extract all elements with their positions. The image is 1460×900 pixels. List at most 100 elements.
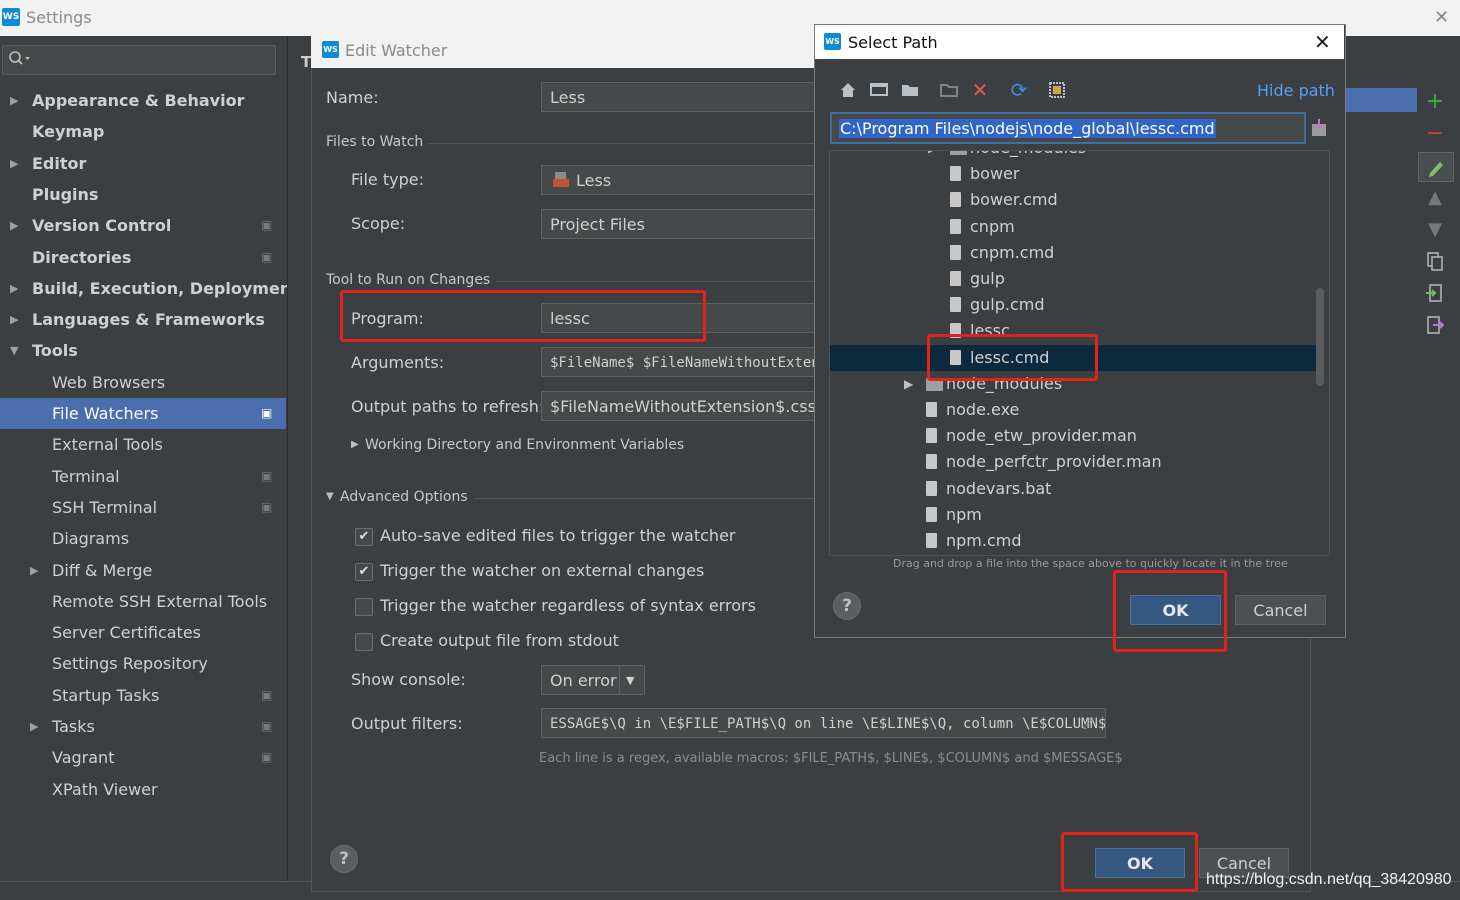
sidebar-item-vagrant[interactable]: Vagrant ▣ [0,742,286,773]
tree-file[interactable]: lessc [830,318,1316,344]
watcher-list-selected-row[interactable] [1345,88,1417,112]
sidebar-item-remote-ssh-external-tools[interactable]: Remote SSH External Tools [0,586,286,617]
advanced-option-label[interactable]: Auto-save edited files to trigger the wa… [380,526,735,545]
select-path-help-button[interactable]: ? [833,592,861,620]
export-watcher-icon[interactable] [1418,312,1452,340]
tree-folder[interactable]: ▶ node_modules [830,371,1316,397]
desktop-icon[interactable] [868,80,890,100]
advanced-option-label[interactable]: Trigger the watcher regardless of syntax… [380,596,756,615]
tree-file[interactable]: gulp.cmd [830,292,1316,318]
remove-watcher-icon[interactable]: − [1418,120,1452,148]
advanced-option-label[interactable]: Trigger the watcher on external changes [380,561,704,580]
settings-search-input[interactable] [2,45,276,75]
select-path-ok-button[interactable]: OK [1130,595,1221,625]
expand-arrow-icon[interactable]: ▶ [928,151,937,161]
import-watcher-icon[interactable] [1418,280,1452,308]
sidebar-item-external-tools[interactable]: External Tools [0,429,286,460]
tree-file[interactable]: cnpm [830,214,1316,240]
tree-file[interactable]: lessc.cmd [830,344,1316,371]
tree-item-label: nodevars.bat [946,478,1052,498]
program-input[interactable]: lessc [541,303,816,333]
name-input[interactable]: Less [541,82,816,112]
arguments-input[interactable]: $FileName$ $FileNameWithoutExtens [541,347,816,377]
sidebar-item-version-control[interactable]: ▶ Version Control ▣ [0,210,286,241]
edit-watcher-help-button[interactable]: ? [330,845,358,873]
advanced-option-checkbox[interactable]: ✔ [355,528,373,546]
add-watcher-icon[interactable]: + [1418,88,1452,116]
advanced-option-checkbox[interactable] [355,598,373,616]
copy-watcher-icon[interactable] [1418,248,1452,276]
settings-close-icon[interactable]: ✕ [1434,7,1449,28]
advanced-option-checkbox[interactable] [355,633,373,651]
project-folder-icon[interactable] [899,80,921,100]
file-tree-scrollbar[interactable] [1316,288,1324,386]
new-folder-icon[interactable] [938,80,960,100]
expand-arrow-icon[interactable]: ▶ [30,555,38,586]
tree-file[interactable]: node.exe [830,397,1316,423]
tree-file[interactable]: cnpm.cmd [830,240,1316,266]
tree-file[interactable]: node_etw_provider.man [830,423,1316,449]
sidebar-item-directories[interactable]: Directories ▣ [0,242,286,273]
expand-arrow-icon[interactable]: ▶ [10,273,18,304]
expand-field-icon[interactable]: ⤢ [1082,709,1093,737]
sidebar-item-keymap[interactable]: Keymap [0,116,286,147]
expand-arrow-icon[interactable]: ▶ [30,711,38,742]
sidebar-item-diagrams[interactable]: Diagrams [0,523,286,554]
sidebar-item-plugins[interactable]: Plugins [0,179,286,210]
sidebar-item-terminal[interactable]: Terminal ▣ [0,461,286,492]
sidebar-item-diff-merge[interactable]: ▶ Diff & Merge [0,555,286,586]
home-icon[interactable] [837,80,859,100]
tree-file[interactable]: gulp [830,266,1316,292]
collapse-arrow-icon[interactable]: ▼ [10,335,18,366]
advanced-option-checkbox[interactable]: ✔ [355,563,373,581]
delete-icon[interactable]: ✕ [969,80,991,100]
file-type-select[interactable]: Less [541,165,816,195]
sidebar-item-tasks[interactable]: ▶ Tasks ▣ [0,711,286,742]
tree-file[interactable]: npm.cmd [830,528,1316,554]
tree-file[interactable]: node_perfctr_provider.man [830,449,1316,475]
collapse-arrow-icon[interactable]: ▼ [326,491,334,502]
tree-file[interactable]: nodevars.bat [830,476,1316,502]
sidebar-item-appearance-behavior[interactable]: ▶ Appearance & Behavior [0,85,286,116]
move-up-icon[interactable]: ▲ [1418,184,1452,212]
expand-arrow-icon[interactable]: ▶ [351,439,359,450]
sidebar-item-editor[interactable]: ▶ Editor [0,148,286,179]
show-hidden-icon[interactable] [1046,80,1068,100]
tree-file[interactable]: bower.cmd [830,187,1316,213]
expand-arrow-icon[interactable]: ▶ [904,371,913,397]
expand-arrow-icon[interactable]: ▶ [10,148,18,179]
hide-path-link[interactable]: Hide path [1257,81,1335,100]
sidebar-item-file-watchers[interactable]: File Watchers ▣ [0,398,286,429]
sidebar-item-settings-repository[interactable]: Settings Repository [0,648,286,679]
scope-label: Scope: [351,214,406,233]
output-filters-input[interactable]: ESSAGE$\Q in \E$FILE_PATH$\Q on line \E$… [541,708,1106,738]
sidebar-item-languages-frameworks[interactable]: ▶ Languages & Frameworks [0,304,286,335]
select-path-close-icon[interactable]: ✕ [1314,30,1331,54]
expand-arrow-icon[interactable]: ▶ [10,210,18,241]
tree-file[interactable]: bower [830,161,1316,187]
path-history-icon[interactable] [1310,118,1328,138]
select-path-cancel-button[interactable]: Cancel [1235,595,1326,625]
sidebar-item-xpath-viewer[interactable]: XPath Viewer [0,774,286,805]
sidebar-item-tools[interactable]: ▼ Tools [0,335,286,366]
advanced-option-label[interactable]: Create output file from stdout [380,631,619,650]
sidebar-item-startup-tasks[interactable]: Startup Tasks ▣ [0,680,286,711]
working-directory-toggle[interactable]: Working Directory and Environment Variab… [365,437,684,453]
sidebar-item-server-certificates[interactable]: Server Certificates [0,617,286,648]
expand-arrow-icon[interactable]: ▶ [10,304,18,335]
tree-folder[interactable]: ▶ node_modules [830,151,1316,161]
sidebar-item-web-browsers[interactable]: Web Browsers [0,367,286,398]
edit-watcher-icon[interactable] [1418,152,1454,182]
sidebar-item-label: Server Certificates [52,623,201,643]
move-down-icon[interactable]: ▼ [1418,216,1452,244]
tree-file[interactable]: npm [830,502,1316,528]
advanced-options-heading[interactable]: Advanced Options [340,489,468,505]
output-paths-input[interactable]: $FileNameWithoutExtension$.css:$F [541,391,816,421]
sidebar-item-build-execution-deployment[interactable]: ▶ Build, Execution, Deployment [0,273,299,304]
edit-watcher-ok-button[interactable]: OK [1095,848,1185,878]
scope-select[interactable]: Project Files [541,209,816,239]
sidebar-item-ssh-terminal[interactable]: SSH Terminal ▣ [0,492,286,523]
refresh-icon[interactable]: ⟳ [1008,80,1030,100]
show-console-select[interactable]: On error ▼ [541,665,645,695]
expand-arrow-icon[interactable]: ▶ [10,85,18,116]
